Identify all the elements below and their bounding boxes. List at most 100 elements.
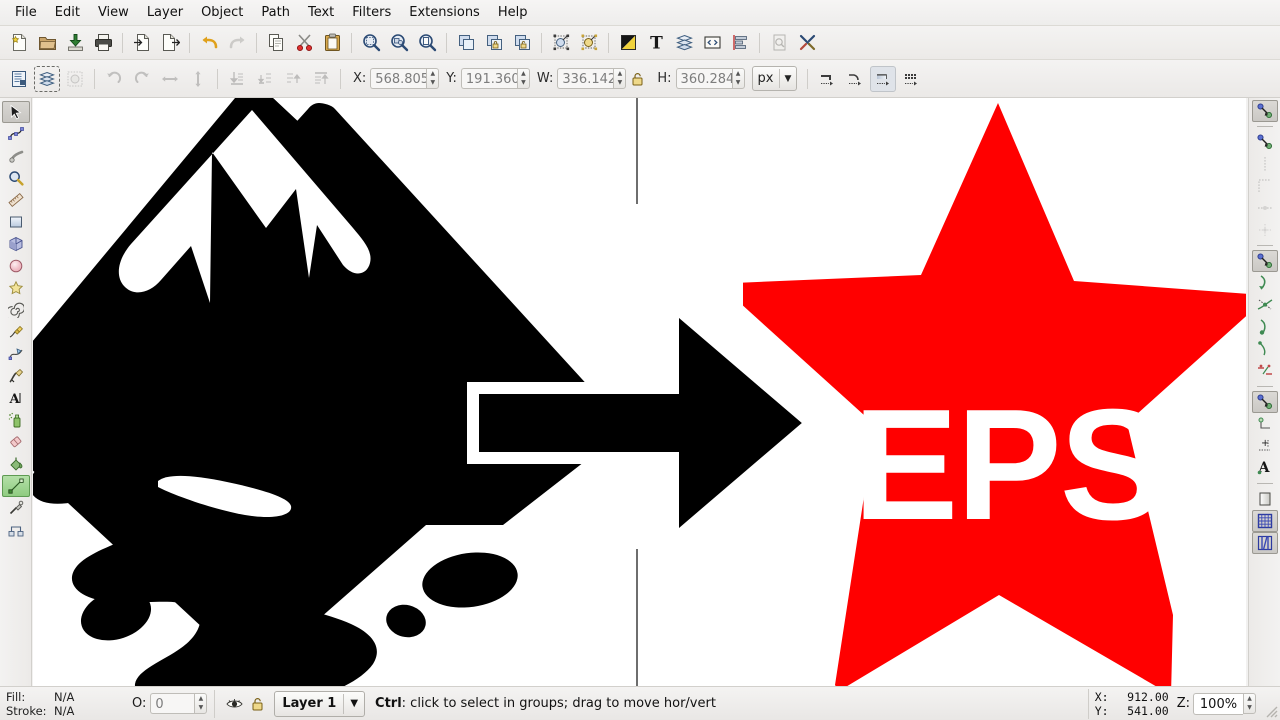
dropper-tool-icon[interactable] bbox=[2, 497, 30, 519]
unit-selector[interactable]: px ▼ bbox=[751, 66, 798, 91]
width-stepper[interactable]: ▲ ▼ bbox=[613, 68, 627, 89]
spiral-tool-icon[interactable] bbox=[2, 299, 30, 321]
duplicate-icon[interactable] bbox=[453, 30, 479, 56]
layer-lock-open-icon[interactable] bbox=[247, 691, 269, 717]
cut-scissors-icon[interactable] bbox=[291, 30, 317, 56]
bezier-tool-icon[interactable] bbox=[2, 343, 30, 365]
zoom-drawing-icon[interactable] bbox=[386, 30, 412, 56]
layer-selector[interactable]: Layer 1 ▼ bbox=[274, 690, 366, 717]
eraser-tool-icon[interactable] bbox=[2, 431, 30, 453]
group-icon[interactable] bbox=[481, 30, 507, 56]
zoom-selection-icon[interactable] bbox=[358, 30, 384, 56]
menu-filters[interactable]: Filters bbox=[343, 2, 400, 24]
undo-arrow-icon[interactable] bbox=[196, 30, 222, 56]
redo-arrow-icon[interactable] bbox=[224, 30, 250, 56]
opacity-stepper[interactable]: ▲ ▼ bbox=[194, 693, 208, 714]
lower-one-step-icon[interactable] bbox=[252, 66, 278, 92]
document-properties-icon[interactable] bbox=[766, 30, 792, 56]
zoom-value[interactable]: 100% bbox=[1193, 692, 1243, 715]
calligraphy-tool-icon[interactable] bbox=[2, 365, 30, 387]
rectangle-tool-icon[interactable] bbox=[2, 211, 30, 233]
opacity-control[interactable]: O: 0 ▲ ▼ bbox=[132, 693, 208, 714]
copy-icon[interactable] bbox=[263, 30, 289, 56]
menu-file[interactable]: File bbox=[6, 2, 46, 24]
move-gradients-icon[interactable] bbox=[870, 65, 897, 92]
open-folder-icon[interactable] bbox=[34, 30, 60, 56]
height-stepper[interactable]: ▲ ▼ bbox=[731, 68, 745, 89]
save-document-icon[interactable] bbox=[62, 30, 88, 56]
window-resize-grip[interactable] bbox=[1264, 704, 1278, 718]
y-position-field[interactable]: 191.360 ▲ ▼ bbox=[460, 68, 530, 89]
menu-edit[interactable]: Edit bbox=[46, 2, 89, 24]
star-tool-icon[interactable] bbox=[2, 277, 30, 299]
preferences-icon[interactable] bbox=[794, 30, 820, 56]
menu-text[interactable]: Text bbox=[299, 2, 343, 24]
raise-one-step-icon[interactable] bbox=[280, 66, 306, 92]
chevron-down-icon[interactable]: ▼ bbox=[780, 74, 797, 84]
text-tool-icon[interactable]: A bbox=[2, 387, 30, 409]
rotate-ccw-icon[interactable] bbox=[101, 66, 127, 92]
bucket-fill-tool-icon[interactable] bbox=[2, 453, 30, 475]
new-document-icon[interactable] bbox=[6, 30, 32, 56]
pencil-tool-icon[interactable] bbox=[2, 321, 30, 343]
x-position-field[interactable]: 568.805 ▲ ▼ bbox=[370, 68, 440, 89]
tweak-tool-icon[interactable] bbox=[2, 145, 30, 167]
deselect-icon[interactable] bbox=[62, 66, 88, 92]
menu-layer[interactable]: Layer bbox=[138, 2, 192, 24]
raise-to-top-icon[interactable] bbox=[548, 30, 574, 56]
select-all-layers-icon[interactable] bbox=[34, 65, 60, 92]
snap-others-icon[interactable] bbox=[1251, 391, 1278, 413]
node-editor-tool-icon[interactable] bbox=[2, 123, 30, 145]
height-value[interactable]: 360.284 bbox=[675, 68, 734, 89]
snap-path-icon[interactable] bbox=[1252, 272, 1278, 294]
menu-extensions[interactable]: Extensions bbox=[400, 2, 489, 24]
menu-object[interactable]: Object bbox=[192, 2, 252, 24]
align-distribute-icon[interactable] bbox=[727, 30, 753, 56]
chevron-down-icon[interactable]: ▼ bbox=[344, 698, 364, 709]
paste-clipboard-icon[interactable] bbox=[319, 30, 345, 56]
flip-horizontal-icon[interactable] bbox=[157, 66, 183, 92]
snap-midpoint-icon[interactable] bbox=[1252, 360, 1278, 382]
select-all-icon[interactable] bbox=[6, 66, 32, 92]
snap-nodes-icon[interactable] bbox=[1251, 250, 1278, 272]
snap-path-intersection-icon[interactable] bbox=[1252, 294, 1278, 316]
snap-smooth-node-icon[interactable] bbox=[1252, 338, 1278, 360]
snap-text-baseline-icon[interactable]: A bbox=[1252, 457, 1278, 479]
spray-tool-icon[interactable] bbox=[2, 409, 30, 431]
zoom-tool-icon[interactable] bbox=[2, 167, 30, 189]
y-position-stepper[interactable]: ▲ ▼ bbox=[516, 68, 530, 89]
raise-to-top-step-icon[interactable] bbox=[308, 66, 334, 92]
snap-bbox-corner-icon[interactable] bbox=[1252, 175, 1278, 197]
height-field[interactable]: 360.284 ▲ ▼ bbox=[675, 68, 745, 89]
import-icon[interactable] bbox=[129, 30, 155, 56]
zoom-stepper[interactable]: ▲ ▼ bbox=[1243, 693, 1256, 714]
snap-bbox-midpoint-icon[interactable] bbox=[1252, 197, 1278, 219]
zoom-page-icon[interactable] bbox=[414, 30, 440, 56]
scale-stroke-icon[interactable] bbox=[814, 66, 840, 92]
fill-stroke-indicator[interactable]: Fill: N/A Stroke: N/A bbox=[0, 688, 126, 720]
snap-guide-icon[interactable] bbox=[1251, 532, 1278, 554]
ellipse-tool-icon[interactable] bbox=[2, 255, 30, 277]
snap-page-border-icon[interactable] bbox=[1252, 488, 1278, 510]
snap-rotation-center-icon[interactable]: + bbox=[1252, 435, 1278, 457]
measure-tool-icon[interactable] bbox=[2, 189, 30, 211]
menu-view[interactable]: View bbox=[89, 2, 138, 24]
print-icon[interactable] bbox=[90, 30, 116, 56]
ungroup-icon[interactable] bbox=[509, 30, 535, 56]
flip-vertical-icon[interactable] bbox=[185, 66, 211, 92]
x-position-stepper[interactable]: ▲ ▼ bbox=[426, 68, 440, 89]
snap-grid-icon[interactable] bbox=[1251, 510, 1278, 532]
snap-bbox-edge-icon[interactable] bbox=[1252, 153, 1278, 175]
snap-bbox-center-icon[interactable] bbox=[1252, 219, 1278, 241]
x-position-value[interactable]: 568.805 bbox=[370, 68, 429, 89]
drawing-canvas[interactable]: EPS bbox=[33, 98, 1246, 686]
scale-corners-icon[interactable] bbox=[842, 66, 868, 92]
gradient-tool-icon[interactable] bbox=[1, 475, 30, 497]
menu-help[interactable]: Help bbox=[489, 2, 537, 24]
opacity-value[interactable]: 0 bbox=[150, 693, 195, 714]
eye-icon[interactable] bbox=[223, 691, 245, 717]
zoom-control[interactable]: Z: 100% ▲ ▼ bbox=[1177, 692, 1256, 715]
rotate-cw-icon[interactable] bbox=[129, 66, 155, 92]
selector-tool-icon[interactable] bbox=[1, 101, 30, 123]
snap-cusp-node-icon[interactable] bbox=[1252, 316, 1278, 338]
